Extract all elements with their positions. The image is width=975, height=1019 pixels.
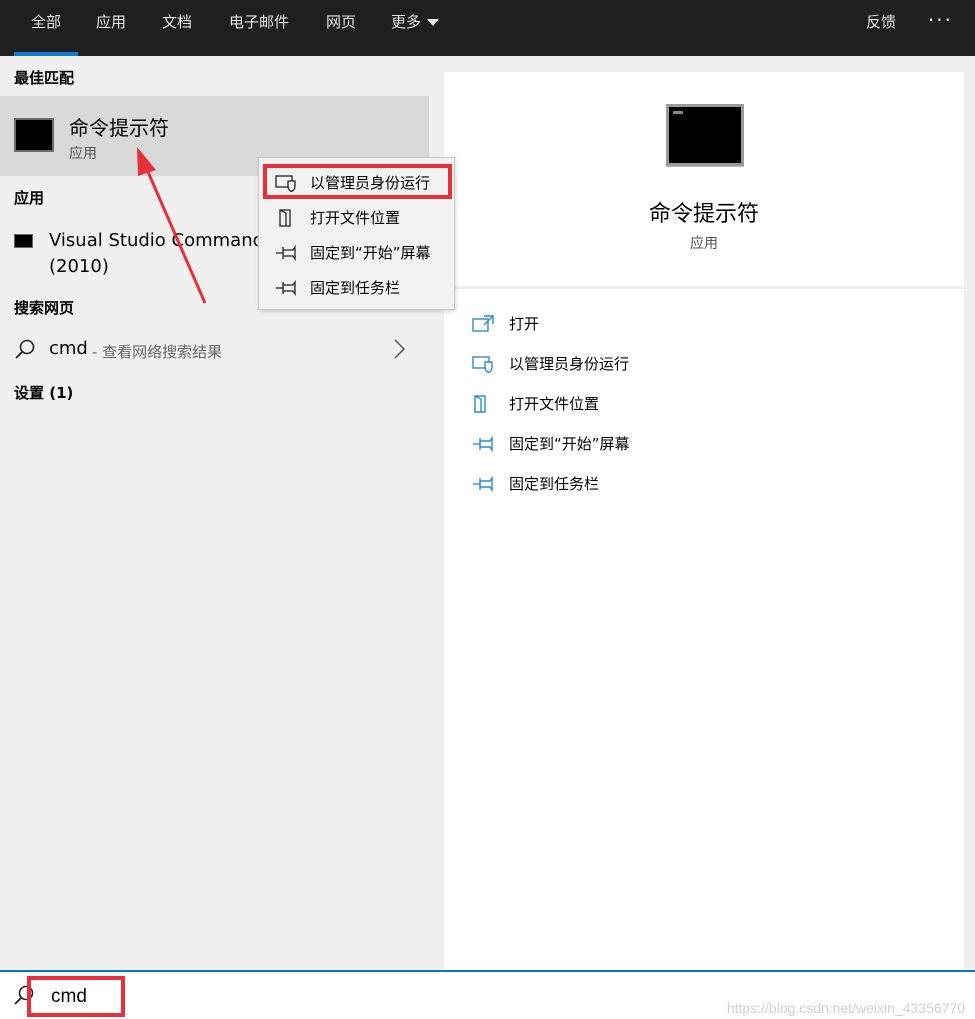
open-icon [472, 315, 494, 332]
tab-more[interactable]: 更多 [382, 0, 448, 56]
ctx-label: 以管理员身份运行 [310, 174, 431, 192]
tab-apps-label: 应用 [95, 13, 126, 31]
pin-icon [473, 435, 493, 453]
action-label: 打开 [509, 315, 540, 333]
command-prompt-large-icon [666, 104, 744, 166]
ctx-open-file-location[interactable]: 打开文件位置 [263, 199, 452, 234]
feedback-button[interactable]: 反馈 [856, 0, 906, 56]
app-result-visual-studio[interactable]: Visual Studio Command (2010) [0, 224, 262, 280]
action-label: 以管理员身份运行 [509, 355, 630, 373]
action-open-file-location[interactable]: 打开文件位置 [472, 384, 952, 424]
action-label: 固定到任务栏 [509, 475, 600, 493]
ctx-pin-to-start[interactable]: 固定到“开始”屏幕 [263, 234, 452, 269]
action-run-as-admin[interactable]: 以管理员身份运行 [472, 344, 952, 384]
action-label: 打开文件位置 [509, 395, 600, 413]
tab-email-label: 电子邮件 [228, 13, 289, 31]
app-result-label: Visual Studio Command (2010) [49, 230, 262, 277]
tab-documents[interactable]: 文档 [152, 0, 202, 56]
folder-icon [474, 395, 486, 413]
settings-heading[interactable]: 设置 (1) [14, 382, 73, 403]
preview-header: 命令提示符 应用 [444, 72, 964, 286]
tab-apps[interactable]: 应用 [86, 0, 136, 56]
apps-heading: 应用 [14, 189, 45, 207]
preview-actions: 打开 以管理员身份运行 打开文件位置 固定到“开始”屏幕 固定到任务栏 [444, 289, 964, 970]
ctx-label: 固定到任务栏 [310, 279, 401, 297]
tab-more-label: 更多 [390, 13, 421, 31]
pin-icon [276, 279, 296, 297]
tab-all-label: 全部 [30, 13, 61, 31]
ctx-run-as-admin[interactable]: 以管理员身份运行 [263, 164, 452, 199]
web-search-heading: 搜索网页 [14, 299, 75, 317]
console-icon [14, 234, 33, 248]
best-match-subtitle: 应用 [69, 146, 97, 162]
shield-icon [275, 175, 296, 192]
command-prompt-icon [14, 118, 54, 152]
web-query: cmd [49, 338, 88, 359]
preview-subtitle: 应用 [690, 236, 718, 252]
tab-web-label: 网页 [325, 13, 356, 31]
ctx-label: 固定到“开始”屏幕 [310, 244, 431, 262]
web-search-result[interactable]: cmd - 查看网络搜索结果 [0, 328, 429, 372]
pin-icon [276, 244, 296, 262]
action-pin-to-start[interactable]: 固定到“开始”屏幕 [472, 424, 952, 464]
search-input[interactable] [27, 976, 125, 1017]
folder-icon [279, 209, 291, 227]
preview-title: 命令提示符 [648, 202, 759, 227]
top-bar: 全部 应用 文档 电子邮件 网页 更多 反馈 ··· [0, 0, 975, 56]
chevron-down-icon [427, 19, 439, 26]
action-pin-to-taskbar[interactable]: 固定到任务栏 [472, 464, 952, 504]
context-menu: 以管理员身份运行 打开文件位置 固定到“开始”屏幕 固定到任务栏 [258, 157, 455, 310]
search-icon [15, 339, 35, 359]
watermark: https://blog.csdn.net/weixin_43356770 [726, 1000, 965, 1016]
chevron-right-icon [394, 339, 406, 359]
web-hint: - 查看网络搜索结果 [92, 343, 223, 361]
tab-documents-label: 文档 [161, 13, 192, 31]
best-match-heading: 最佳匹配 [14, 69, 75, 87]
shield-icon [472, 356, 493, 373]
best-match-title: 命令提示符 [69, 116, 169, 140]
more-options-button[interactable]: ··· [928, 8, 953, 32]
tab-all[interactable]: 全部 [14, 0, 78, 56]
tab-web[interactable]: 网页 [316, 0, 366, 56]
action-open[interactable]: 打开 [472, 304, 952, 344]
pin-icon [473, 475, 493, 493]
ctx-label: 打开文件位置 [310, 209, 401, 227]
action-label: 固定到“开始”屏幕 [509, 435, 630, 453]
ctx-pin-to-taskbar[interactable]: 固定到任务栏 [263, 269, 452, 304]
tab-email[interactable]: 电子邮件 [218, 0, 300, 56]
feedback-label: 反馈 [865, 13, 896, 31]
